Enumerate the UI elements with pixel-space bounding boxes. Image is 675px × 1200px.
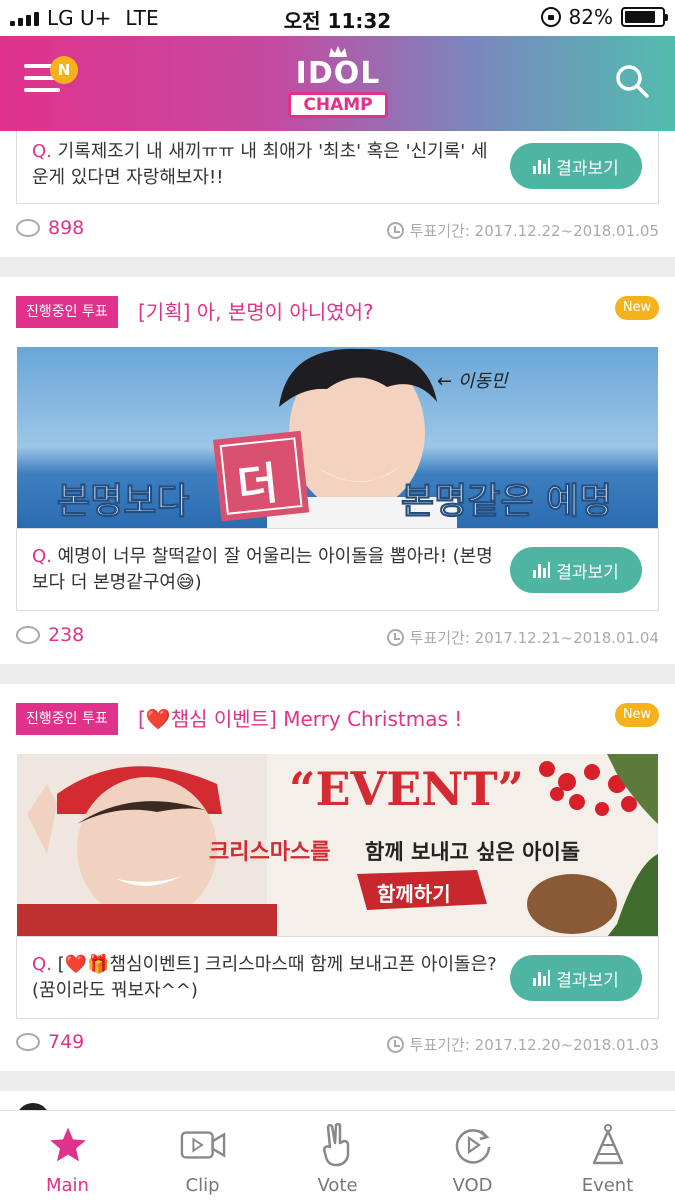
comment-icon — [16, 219, 40, 237]
tab-label: VOD — [452, 1175, 493, 1196]
question-box[interactable]: Q. [❤️🎁챔심이벤트] 크리스마스때 함께 보내고픈 아이돌은? (꿈이라도… — [16, 936, 659, 1019]
banner-text-left: 본명보다 — [56, 481, 190, 523]
question-text: Q. 기록제조기 내 새끼ㅠㅠ 내 최애가 '최초' 혹은 '신기록' 세운게 … — [32, 141, 488, 188]
in-progress-tag: 진행중인 투표 — [16, 296, 118, 328]
vote-card — [0, 1091, 675, 1110]
vote-period: 투표기간: 2017.12.21~2018.01.04 — [386, 627, 659, 648]
tab-label: Main — [46, 1175, 89, 1196]
idol-champ-logo[interactable]: IDOL CHAMP — [286, 46, 390, 122]
vote-list[interactable]: Q. 기록제조기 내 새끼ㅠㅠ 내 최애가 '최초' 혹은 '신기록' 세운게 … — [0, 131, 675, 1110]
bottom-tab-bar: Main Clip Vote VOD Event — [0, 1110, 675, 1200]
clock-icon — [386, 222, 404, 239]
banner-handwriting: ← 이동민 — [437, 371, 508, 392]
result-button[interactable]: 결과보기 — [510, 955, 642, 1001]
status-bar: LG U+ LTE 오전 11:32 82% — [0, 0, 675, 36]
vote-card: 진행중인 투표 [기획] 아, 본명이 아니였어? New 본명보다 더 본명같… — [0, 277, 675, 664]
logo-text-champ: CHAMP — [288, 92, 388, 118]
tab-vod[interactable]: VOD — [405, 1111, 540, 1200]
question-box[interactable]: Q. 예명이 너무 찰떡같이 잘 어울리는 아이돌을 뽑아라! (본명보다 더 … — [16, 528, 659, 611]
bar-chart-icon — [533, 970, 551, 986]
vote-card: Q. 기록제조기 내 새끼ㅠㅠ 내 최애가 '최초' 혹은 '신기록' 세운게 … — [0, 131, 675, 257]
vote-title[interactable]: [기획] 아, 본명이 아니였어? — [138, 296, 374, 328]
tab-clip[interactable]: Clip — [135, 1111, 270, 1200]
result-button[interactable]: 결과보기 — [510, 547, 642, 593]
vote-meta: 749 투표기간: 2017.12.20~2018.01.03 — [16, 1031, 659, 1061]
banner-line2b: 함께 보내고 싶은 아이돌 — [365, 840, 581, 864]
new-notification-badge: N — [50, 56, 78, 84]
comment-icon — [16, 1033, 40, 1051]
rotation-lock-icon — [540, 7, 561, 27]
tab-label: Clip — [185, 1175, 220, 1196]
tab-label: Vote — [317, 1175, 358, 1196]
party-hat-icon — [592, 1124, 623, 1165]
video-icon — [180, 1131, 225, 1159]
logo-text-idol: IDOL — [295, 56, 381, 91]
battery-icon — [621, 7, 668, 27]
banner-line2a: 크리스마스를 — [209, 840, 331, 865]
new-badge: New — [615, 296, 659, 320]
search-button[interactable] — [615, 64, 649, 98]
tab-main[interactable]: Main — [0, 1111, 135, 1200]
tab-event[interactable]: Event — [540, 1111, 675, 1200]
vote-title[interactable]: [❤️챔심 이벤트] Merry Christmas ! — [138, 703, 462, 735]
vote-period: 투표기간: 2017.12.22~2018.01.05 — [386, 220, 659, 241]
clock-icon — [386, 1036, 404, 1053]
comment-icon — [16, 626, 40, 644]
comment-count[interactable]: 238 — [16, 624, 84, 646]
banner-ribbon-text: 함께하기 — [377, 882, 451, 906]
vote-meta: 898 투표기간: 2017.12.22~2018.01.05 — [16, 217, 659, 247]
tab-vote[interactable]: Vote — [270, 1111, 405, 1200]
banner-text-right: 본명같은 예명 — [400, 481, 613, 523]
new-badge: New — [615, 703, 659, 727]
question-box[interactable]: Q. 기록제조기 내 새끼ㅠㅠ 내 최애가 '최초' 혹은 '신기록' 세운게 … — [16, 131, 659, 204]
hand-icon — [322, 1123, 349, 1167]
question-text: Q. [❤️🎁챔심이벤트] 크리스마스때 함께 보내고픈 아이돌은? (꿈이라도… — [32, 954, 497, 1001]
in-progress-tag: 진행중인 투표 — [16, 703, 118, 735]
vote-banner[interactable]: 본명보다 더 본명같은 예명 ← 이동민 — [17, 347, 658, 528]
search-icon — [616, 65, 649, 98]
bar-chart-icon — [533, 158, 551, 174]
vote-card: 진행중인 투표 [❤️챔심 이벤트] Merry Christmas ! New — [0, 684, 675, 1071]
battery-percent: 82% — [568, 5, 613, 29]
vote-period: 투표기간: 2017.12.20~2018.01.03 — [386, 1034, 659, 1055]
status-right: 82% — [540, 5, 668, 29]
tab-label: Event — [581, 1175, 634, 1196]
app-header: N IDOL CHAMP — [0, 36, 675, 131]
bar-chart-icon — [533, 562, 551, 578]
question-text: Q. 예명이 너무 찰떡같이 잘 어울리는 아이돌을 뽑아라! (본명보다 더 … — [32, 546, 493, 593]
banner-event-text: “EVENT” — [289, 762, 525, 816]
vote-banner[interactable]: “EVENT” 크리스마스를 함께 보내고 싶은 아이돌 함께하기 — [17, 754, 658, 937]
star-icon — [49, 1127, 86, 1162]
vote-meta: 238 투표기간: 2017.12.21~2018.01.04 — [16, 624, 659, 654]
avatar — [16, 1103, 50, 1110]
comment-count[interactable]: 749 — [16, 1031, 84, 1053]
clock-icon — [386, 629, 404, 646]
result-button[interactable]: 결과보기 — [510, 143, 642, 189]
replay-icon — [455, 1129, 490, 1164]
comment-count[interactable]: 898 — [16, 217, 84, 239]
banner-text-mid: 더 — [234, 457, 281, 513]
